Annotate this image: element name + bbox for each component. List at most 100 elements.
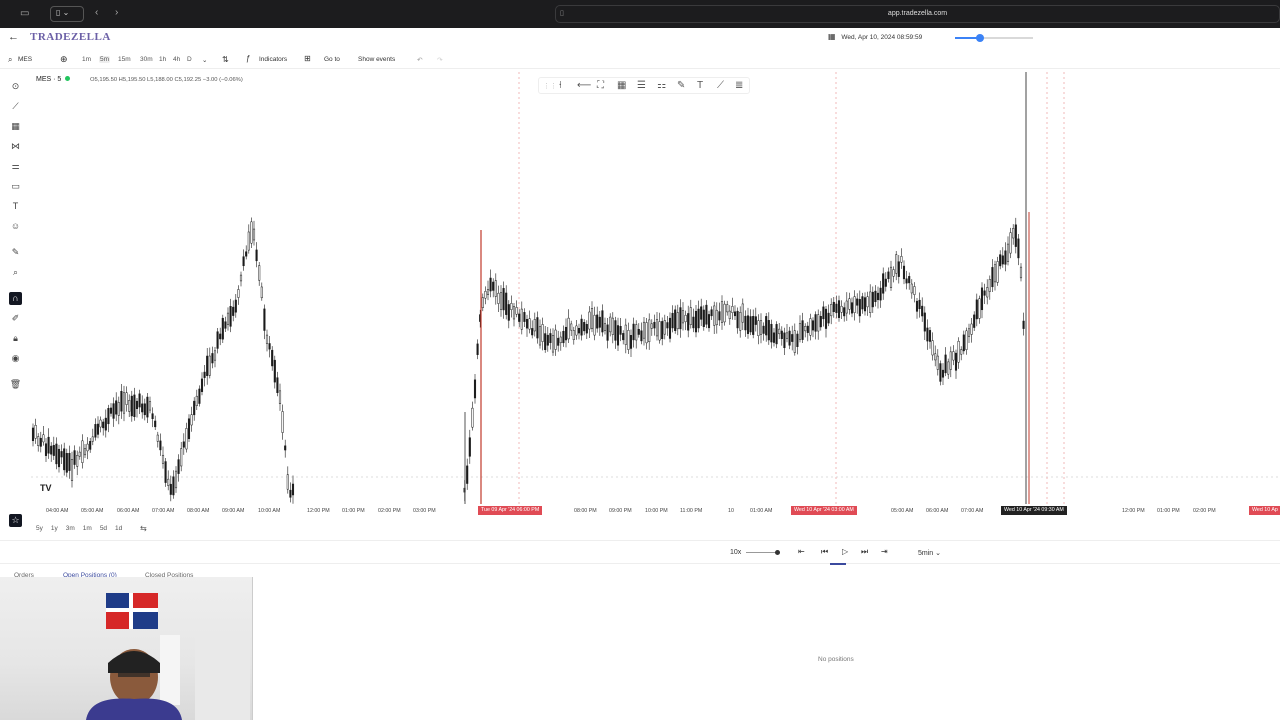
- range-1m[interactable]: 1m: [83, 525, 92, 532]
- range-5y[interactable]: 5y: [36, 525, 43, 532]
- measure-tool-icon[interactable]: ⚌: [9, 160, 22, 173]
- undo-icon[interactable]: ↶: [417, 56, 422, 64]
- range-icon[interactable]: ⚏: [657, 80, 666, 91]
- candle-body: [34, 425, 37, 439]
- zoom-icon[interactable]: ⌕: [9, 266, 22, 279]
- text-tool-icon[interactable]: T: [9, 200, 22, 213]
- candle-body: [783, 332, 786, 349]
- candle-body: [861, 296, 864, 310]
- candle-body: [265, 334, 269, 344]
- candle-type-icon[interactable]: ⇅: [222, 55, 229, 64]
- candle-body: [889, 266, 893, 288]
- lock-icon[interactable]: 🔒︎: [9, 332, 22, 345]
- text-icon[interactable]: T: [697, 80, 703, 91]
- horizontal-ray-icon[interactable]: ⟵: [577, 80, 591, 91]
- timeframe-30m[interactable]: 30m: [140, 56, 153, 63]
- goto-button[interactable]: Go to: [324, 56, 340, 63]
- rectangle-tool-icon[interactable]: ▭: [9, 180, 22, 193]
- address-bar[interactable]: ▯ app.tradezella.com: [555, 5, 1280, 23]
- candle-body: [726, 304, 729, 313]
- emoji-tool-icon[interactable]: ☺: [9, 220, 22, 233]
- step-back-icon[interactable]: ⏮︎: [821, 547, 828, 557]
- speed-slider[interactable]: [746, 550, 780, 555]
- timeframe-5m[interactable]: 5m: [99, 56, 111, 63]
- candle-body: [239, 274, 243, 282]
- forward-arrow-icon[interactable]: ›: [115, 7, 118, 18]
- show-events-button[interactable]: Show events: [358, 56, 395, 63]
- menu-icon[interactable]: ≣: [735, 80, 743, 91]
- range-5d[interactable]: 5d: [100, 525, 107, 532]
- step-forward-icon[interactable]: ⏭︎: [861, 547, 868, 557]
- candle-body: [232, 306, 235, 316]
- line-icon[interactable]: ⟋: [717, 80, 724, 91]
- replay-progress-slider[interactable]: [955, 34, 1033, 42]
- trend-line-icon[interactable]: ⟋: [9, 100, 22, 113]
- candle-body: [128, 400, 131, 412]
- vertical-line-icon[interactable]: ⍿: [559, 80, 562, 91]
- candle-body: [213, 350, 217, 361]
- candle-body: [811, 320, 815, 331]
- candle-body: [645, 322, 648, 344]
- add-symbol-icon[interactable]: ⊕: [60, 54, 68, 65]
- drag-handle-icon[interactable]: ⋮⋮: [543, 82, 557, 90]
- lock-drawings-icon[interactable]: ✐: [9, 312, 22, 325]
- candlestick-chart-svg[interactable]: [31, 72, 1280, 504]
- timeframe-D[interactable]: D: [187, 56, 192, 63]
- tradezella-logo[interactable]: TRADEZELLA: [30, 31, 111, 43]
- timeframe-15m[interactable]: 15m: [118, 56, 131, 63]
- candle-body: [778, 328, 781, 335]
- redo-icon[interactable]: ↷: [437, 56, 442, 64]
- indicators-button[interactable]: Indicators: [259, 56, 287, 63]
- pattern-tool-icon[interactable]: ⋈: [9, 140, 22, 153]
- timeframe-1m[interactable]: 1m: [82, 56, 91, 63]
- back-arrow-icon[interactable]: ‹: [95, 7, 98, 18]
- timeframe-4h[interactable]: 4h: [173, 56, 180, 63]
- range-3m[interactable]: 3m: [66, 525, 75, 532]
- candle-body: [492, 281, 495, 291]
- chevron-down-icon[interactable]: ⌄: [202, 56, 207, 64]
- date-range-icon[interactable]: ⇆: [140, 524, 147, 533]
- star-icon[interactable]: ☆: [9, 514, 22, 527]
- range-1y[interactable]: 1y: [51, 525, 58, 532]
- position-icon[interactable]: ☰: [637, 80, 646, 91]
- grid-icon[interactable]: ▦: [617, 80, 626, 91]
- replay-date-display[interactable]: ▦ Wed, Apr 10, 2024 08:59:59: [828, 32, 922, 41]
- candle-body: [905, 278, 908, 284]
- candle-body: [598, 316, 601, 328]
- candle-body: [68, 452, 71, 471]
- candle-body: [263, 308, 266, 331]
- candle-body: [996, 261, 999, 283]
- window-controls-icon[interactable]: ▭: [20, 8, 29, 19]
- layout-icon[interactable]: ⊞: [304, 54, 311, 63]
- pencil-icon[interactable]: ✎: [677, 80, 685, 91]
- candle-body: [44, 443, 48, 456]
- cursor-icon[interactable]: ⊙: [9, 80, 22, 93]
- ruler-icon[interactable]: ✎: [9, 246, 22, 259]
- candle-body: [567, 317, 570, 340]
- candle-body: [206, 355, 209, 376]
- timeframe-1h[interactable]: 1h: [159, 56, 166, 63]
- price-chart[interactable]: [31, 72, 1280, 504]
- candle-body: [973, 314, 976, 328]
- jump-back-icon[interactable]: ⇤: [798, 547, 805, 556]
- back-arrow-icon[interactable]: ←: [8, 31, 19, 43]
- search-icon[interactable]: ⌕: [8, 55, 12, 65]
- indicators-icon[interactable]: ƒ: [246, 54, 250, 63]
- magnet-icon[interactable]: ∩: [9, 292, 22, 305]
- range-1d[interactable]: 1d: [115, 525, 122, 532]
- play-icon[interactable]: ▷: [842, 547, 848, 556]
- box-icon[interactable]: ⛶: [597, 80, 604, 91]
- speed-slider-knob[interactable]: [775, 550, 780, 555]
- eye-icon[interactable]: ◉: [9, 352, 22, 365]
- time-tick-label: 08:00 PM: [574, 508, 597, 514]
- time-axis[interactable]: 02:00 PM 01:00 PM 12:00 PM 07:00 AM 06:00 AM…: [31, 505, 1280, 517]
- interval-select[interactable]: 5min ⌄: [918, 549, 941, 557]
- jump-forward-icon[interactable]: ⇥: [881, 547, 888, 556]
- candle-body: [497, 292, 500, 304]
- symbol-search-input[interactable]: MES: [18, 56, 32, 63]
- grid-tool-icon[interactable]: ▦: [9, 120, 22, 133]
- candle-body: [619, 326, 622, 335]
- sidebar-toggle-button[interactable]: ▯ ⌄: [50, 6, 84, 22]
- replay-progress-knob[interactable]: [975, 34, 984, 42]
- trash-icon[interactable]: 🗑︎: [9, 378, 22, 391]
